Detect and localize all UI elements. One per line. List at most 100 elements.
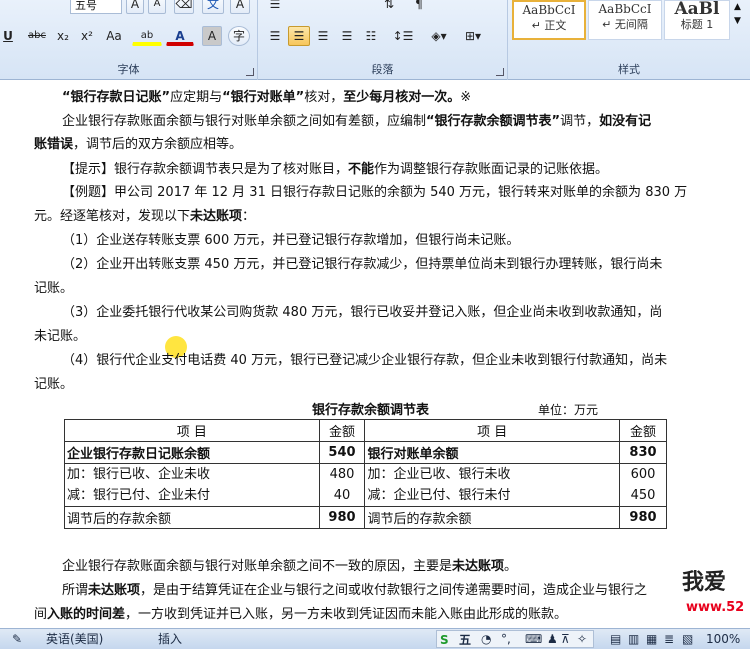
header-amount-right: 金额 <box>619 419 667 442</box>
strikethrough-button[interactable]: abc <box>24 26 50 46</box>
enclose-char-button[interactable]: 字 <box>228 26 250 46</box>
grow-font-button[interactable]: A <box>126 0 144 14</box>
subscript-button[interactable]: x₂ <box>52 26 74 46</box>
doc-bottom-para-2-line-2: 间入账的时间差，一方收到凭证并已入账，另一方未收到凭证因而未能入账由此形成的账款… <box>34 606 567 624</box>
underline-button[interactable]: U <box>0 26 20 46</box>
reference-mark: ※ <box>460 90 472 105</box>
show-marks-button[interactable]: ¶ <box>408 0 430 14</box>
full-screen-view-icon[interactable]: ▥ <box>628 629 639 649</box>
doc-example-line-1: 【例题】甲公司 2017 年 12 月 31 日银行存款日记账的余额为 540 … <box>62 184 687 202</box>
ime-dot-icon[interactable]: °, <box>501 629 511 649</box>
align-right-button[interactable]: ☰ <box>312 26 334 46</box>
styles-scroll-down-icon[interactable]: ▼ <box>734 16 741 26</box>
borders-button[interactable]: ⊞▾ <box>458 26 488 46</box>
style-normal[interactable]: AaBbCcI ↵ 正文 <box>512 0 586 40</box>
emphasis-bold: 账错误 <box>34 137 74 152</box>
keyboard-icon[interactable]: ⌨ <box>525 629 542 649</box>
eraser-icon: ⌫ <box>175 0 193 11</box>
ime-logo-icon[interactable]: S <box>440 630 449 649</box>
text: 调节， <box>560 114 600 129</box>
align-left-button[interactable]: ☰ <box>264 26 286 46</box>
proofing-icon[interactable]: ✎ <box>12 629 22 649</box>
term-bold: 未达账项 <box>190 209 243 224</box>
emphasis-bold: 如没有记 <box>599 114 652 129</box>
adjust-add-amount: 600 <box>630 467 656 482</box>
shrink-font-button[interactable]: A <box>148 0 166 14</box>
shading-button[interactable]: ◈▾ <box>424 26 454 46</box>
font-size-box[interactable]: 五号 <box>70 0 122 14</box>
font-color-button[interactable]: A <box>166 26 194 46</box>
distribute-icon: ☷ <box>365 29 377 43</box>
font-group-label: 字体 <box>117 63 140 76</box>
justify-button[interactable]: ☰ <box>336 26 358 46</box>
ime-punct-icon[interactable]: ◔ <box>481 629 491 649</box>
highlighter-icon: ab <box>140 30 154 41</box>
cell-company-adjusted-label: 调节后的存款余额 <box>64 506 320 529</box>
doc-item-2-line-1: （2）企业开出转账支票 450 万元，并已登记银行存款减少，但持票单位尚未到银行… <box>62 257 663 272</box>
font-group: 五号 A A ⌫ 文 A U abc x₂ x² Aa ab A A 字 字体 <box>0 0 258 80</box>
paragraph-group-label: 段落 <box>371 63 394 76</box>
term-bold: “银行对账单” <box>222 90 305 105</box>
print-layout-view-icon[interactable]: ▤ <box>610 629 621 649</box>
watermark-chars: 我爱 <box>682 570 727 595</box>
text: 甲公司 2017 年 12 月 31 日银行存款日记账的余额为 540 万元，银… <box>114 185 688 200</box>
align-right-icon: ☰ <box>317 29 329 43</box>
term-bold: 入账的时间差 <box>47 607 126 622</box>
change-case-button[interactable]: Aa <box>100 26 128 46</box>
styles-scroll-up-icon[interactable]: ▲ <box>734 2 741 12</box>
tip-label: 【提示】 <box>62 162 115 177</box>
watermark-text: 我爱 <box>682 564 726 596</box>
table-title: 银行存款余额调节表 <box>312 403 430 418</box>
align-left-icon: ☰ <box>269 29 281 43</box>
text: 应定期与 <box>170 90 223 105</box>
zoom-level[interactable]: 100% <box>706 629 740 649</box>
char-shading-button[interactable]: A <box>202 26 222 46</box>
style-sample: AaBbCcI <box>598 2 652 16</box>
style-name: ↵ 正文 <box>531 19 567 32</box>
adjust-sub-label: 减：银行已付、企业未付 <box>67 488 211 503</box>
borders-icon: ⊞▾ <box>464 29 482 43</box>
emphasis-bold: 至少每月核对一次。 <box>343 90 461 105</box>
sort-button[interactable]: ⇅ <box>378 0 400 14</box>
document-page[interactable]: “银行存款日记账”应定期与“银行对账单”核对，至少每月核对一次。※ 企业银行存款… <box>0 80 750 628</box>
shirt-icon[interactable]: ⊼ <box>561 629 570 649</box>
phonetic-guide-button[interactable]: 文 <box>202 0 224 14</box>
cell-bank-adjust-amounts: 600 450 <box>619 463 667 507</box>
superscript-button[interactable]: x² <box>76 26 98 46</box>
draft-view-icon[interactable]: ▧ <box>682 629 693 649</box>
header-item-right: 项 目 <box>364 419 620 442</box>
distributed-button[interactable]: ☷ <box>360 26 382 46</box>
list-button[interactable]: ☰ <box>264 0 286 14</box>
style-name: ↵ 无间隔 <box>602 18 648 31</box>
insert-mode-indicator[interactable]: 插入 <box>158 629 182 649</box>
doc-example-line-2: 元。经逐笔核对，发现以下未达账项： <box>34 208 255 226</box>
doc-item-4-line-2: 记账。 <box>34 377 74 392</box>
cell-company-balance-label: 企业银行存款日记账余额 <box>64 441 320 464</box>
styles-group-label: 样式 <box>618 63 640 76</box>
align-center-button[interactable]: ☰ <box>288 26 310 46</box>
adjust-sub-amount: 40 <box>333 488 351 503</box>
char-border-button[interactable]: A <box>230 0 250 14</box>
table-unit: 单位：万元 <box>538 403 599 417</box>
styles-group: AaBbCcI ↵ 正文 AaBbCcI ↵ 无间隔 AaBl 标题 1 ▲ ▼… <box>508 0 750 80</box>
line-spacing-button[interactable]: ↕☰ <box>388 26 418 46</box>
doc-bottom-para-1: 企业银行存款账面余额与银行对账单余额之间不一致的原因，主要是未达账项。 <box>62 558 517 576</box>
cell-company-adjust-labels: 加：银行已收、企业未收 减：银行已付、企业未付 <box>64 463 320 507</box>
paragraph-dialog-launcher-icon[interactable] <box>496 68 504 76</box>
clear-format-button[interactable]: ⌫ <box>174 0 194 14</box>
user-icon[interactable]: ♟ <box>547 629 558 649</box>
outline-view-icon[interactable]: ≣ <box>664 629 674 649</box>
language-indicator[interactable]: 英语(美国) <box>46 629 103 649</box>
adjust-sub-label: 减：企业已付、银行未付 <box>367 488 511 503</box>
style-no-spacing[interactable]: AaBbCcI ↵ 无间隔 <box>588 0 662 40</box>
doc-item-2-line-2: 记账。 <box>34 281 74 296</box>
ime-toolbar: S 五 ◔ °, ⌨ ♟ ⊼ ✧ <box>436 630 594 648</box>
web-layout-view-icon[interactable]: ▦ <box>646 629 657 649</box>
table-row: 企业银行存款日记账余额 540 银行对账单余额 830 <box>64 441 667 464</box>
reconciliation-table: 项 目 金额 项 目 金额 企业银行存款日记账余额 540 银行对账单余额 83… <box>64 419 667 529</box>
style-heading-1[interactable]: AaBl 标题 1 <box>664 0 730 40</box>
highlight-button[interactable]: ab <box>132 26 162 46</box>
font-dialog-launcher-icon[interactable] <box>246 68 254 76</box>
wrench-icon[interactable]: ✧ <box>577 629 587 649</box>
ime-mode[interactable]: 五 <box>459 630 471 649</box>
